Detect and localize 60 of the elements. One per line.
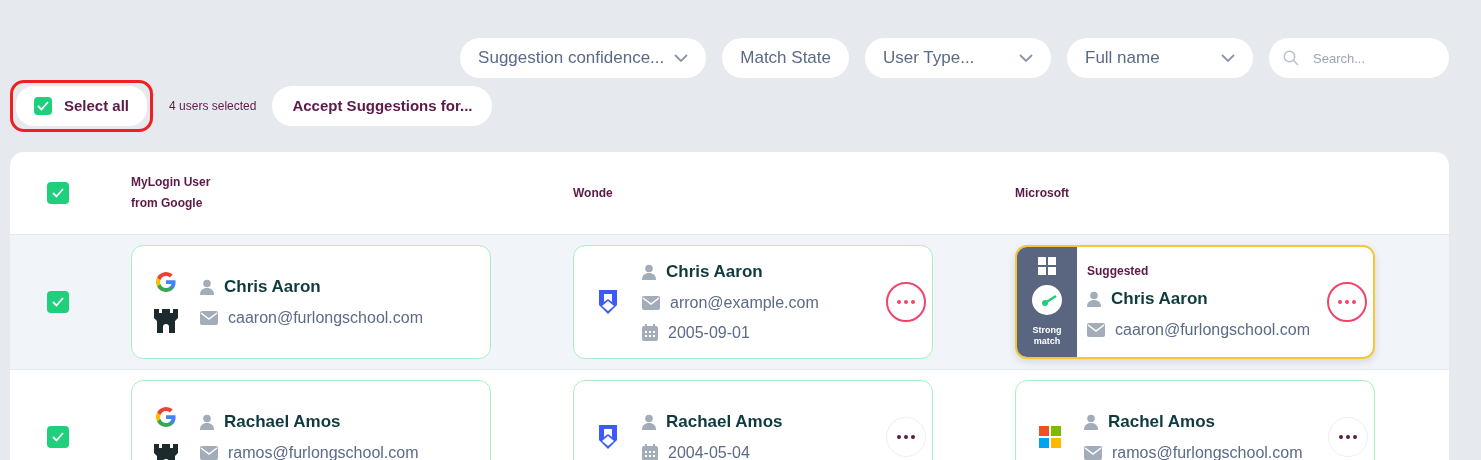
shield-icon (597, 289, 619, 315)
checkbox[interactable] (46, 426, 69, 448)
person-icon (200, 279, 214, 295)
envelope-icon (200, 310, 218, 325)
chevron-down-icon (1019, 53, 1033, 63)
person-icon (642, 414, 656, 430)
checkbox[interactable] (34, 97, 52, 115)
user-name: Chris Aaron (666, 261, 763, 284)
filter-dropdown[interactable]: Suggestion confidence... (460, 38, 707, 78)
match-state-button[interactable]: Match State (722, 38, 849, 78)
accept-suggestions-button[interactable]: Accept Suggestions for... (272, 86, 493, 126)
email-address: caaron@furlongschool.com (1115, 319, 1310, 340)
person-icon (200, 414, 214, 430)
microsoft-logo-icon (1039, 426, 1061, 448)
windows-logo-icon (1038, 257, 1056, 275)
checkbox[interactable] (46, 291, 69, 313)
shield-icon (597, 424, 619, 450)
ellipsis-icon (1339, 435, 1357, 439)
user-name: Rachael Amos (224, 411, 341, 434)
gauge-icon (1032, 285, 1062, 315)
user-name: Chris Aaron (224, 276, 321, 299)
filter-dropdown[interactable]: User Type... (865, 38, 1051, 78)
ellipsis-icon (897, 300, 915, 304)
person-icon (642, 264, 656, 280)
more-button[interactable] (886, 282, 926, 322)
select-all-control[interactable]: Select all (16, 86, 148, 126)
more-button[interactable] (1327, 282, 1367, 322)
birth-date: 2005-09-01 (668, 322, 750, 343)
person-icon (1084, 414, 1098, 430)
user-name: Chris Aaron (1111, 288, 1208, 311)
envelope-icon (642, 295, 660, 310)
chevron-down-icon (674, 53, 689, 63)
birth-date: 2004-05-04 (668, 442, 750, 460)
person-icon (1087, 291, 1101, 307)
user-name: Rachel Amos (1108, 411, 1216, 434)
ellipsis-icon (1338, 300, 1356, 304)
google-logo-icon (154, 405, 178, 429)
check-icon (51, 432, 64, 442)
google-logo-icon (154, 270, 178, 294)
envelope-icon (1087, 322, 1105, 337)
castle-icon (153, 308, 179, 334)
email-address: caaron@furlongschool.com (228, 307, 423, 328)
email-address: arron@example.com (670, 292, 819, 313)
match-label: Strong match (1031, 325, 1063, 347)
check-icon (37, 101, 49, 111)
search-icon (1283, 50, 1299, 66)
column-header: MyLogin User from Google (131, 174, 212, 212)
check-icon (51, 297, 64, 307)
search-field[interactable]: Search... (1269, 38, 1449, 78)
column-header: Microsoft (1015, 184, 1070, 202)
user-name: Rachael Amos (666, 411, 783, 434)
ellipsis-icon (897, 435, 915, 439)
chevron-down-icon (1221, 53, 1235, 63)
calendar-icon (642, 324, 658, 342)
column-header: Wonde (573, 184, 614, 202)
filter-dropdown[interactable]: Full name (1067, 38, 1253, 78)
suggested-label: Suggested (1087, 263, 1150, 281)
selection-count: 4 users selected (169, 98, 257, 115)
checkbox[interactable] (46, 182, 69, 204)
check-icon (51, 188, 64, 198)
